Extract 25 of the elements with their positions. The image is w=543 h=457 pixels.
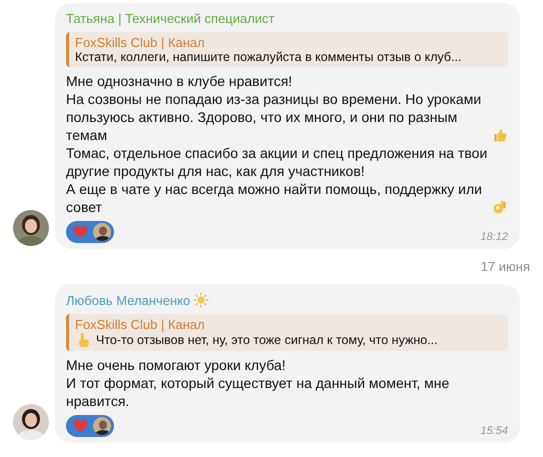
reply-title: FoxSkills Club | Канал	[75, 317, 206, 332]
ok-hand-icon	[492, 199, 508, 215]
thumbs-up-icon	[492, 127, 508, 143]
reply-quote[interactable]: FoxSkills Club | Канал Кстати, коллеги, напишите пожалуйста в комменты отзыв о клуб...	[66, 32, 508, 67]
reaction-button[interactable]	[66, 221, 114, 243]
author-name: Любовь Меланченко	[66, 292, 190, 308]
message-text: На созвоны не попадаю из-за разницы во времени. Но уроками пользуюсь активно. Здорово, что их много, и они по разным темам	[66, 90, 482, 144]
reply-text: Кстати, коллеги, напишите пожалуйста в комменты отзыв о клуб...	[75, 50, 462, 64]
message-time: 15:54	[480, 425, 508, 437]
message-text: Мне очень помогают уроки клуба!	[66, 356, 286, 374]
reaction-button[interactable]	[66, 415, 114, 437]
message-time: 18:12	[480, 231, 508, 243]
message-text: И тот формат, который существует на данный момент, мне нравится.	[66, 374, 450, 410]
heart-icon	[73, 419, 88, 433]
author-name: Татьяна | Технический специалист	[66, 11, 275, 26]
message-text: Томас, отдельное спасибо за акции и спец предложения на твои другие продукты для нас, как для участников!	[66, 144, 488, 180]
reply-quote[interactable]: FoxSkills Club | Канал Что-то отзывов нет, ну, это тоже сигнал к тому, что нужно...	[66, 314, 508, 351]
heart-icon	[73, 225, 88, 239]
message-text: Мне однозначно в клубе нравится!	[66, 72, 292, 90]
reply-text: Что-то отзывов нет, ну, это тоже сигнал к тому, что нужно...	[96, 333, 438, 347]
sun-icon	[193, 292, 210, 308]
date-label: 17 июня	[480, 259, 530, 274]
reply-title: FoxSkills Club | Канал	[75, 35, 206, 50]
pointing-hand-icon	[76, 332, 92, 348]
message-text: А еще в чате у нас всегда можно найти помощь, поддержку или совет	[66, 180, 483, 216]
